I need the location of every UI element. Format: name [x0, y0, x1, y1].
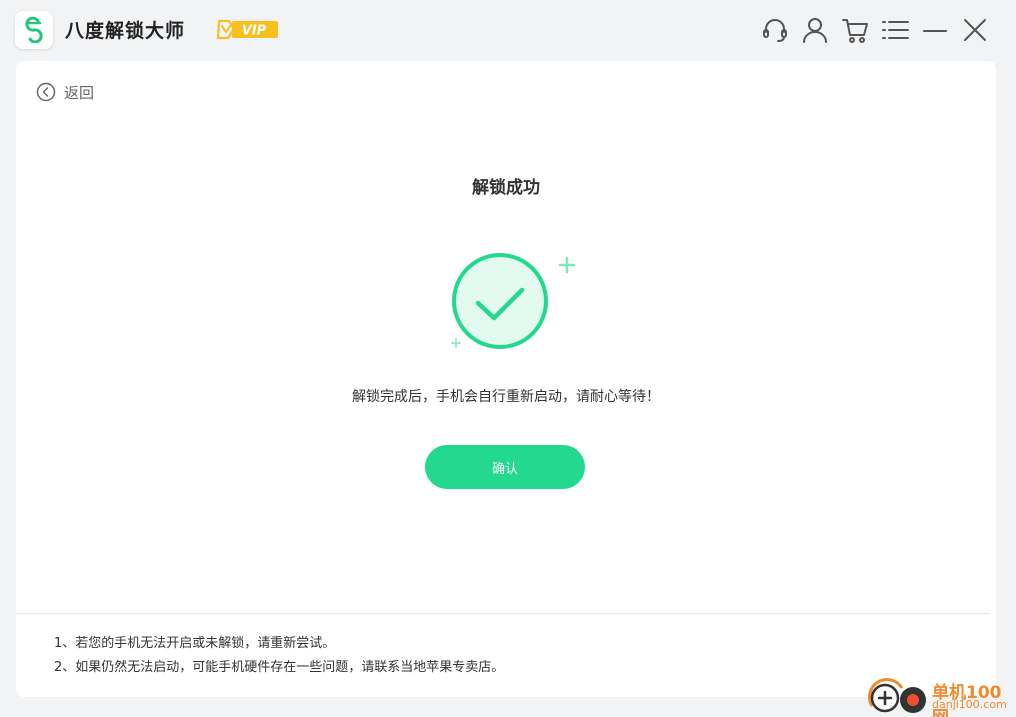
result-heading: 解锁成功: [472, 178, 540, 198]
sparkle-plus-small-icon: [451, 338, 461, 348]
watermark-logo-icon: [868, 678, 926, 713]
tip-item: 2、如果仍然无法启动，可能手机硬件存在一些问题，请联系当地苹果专卖店。: [54, 660, 505, 675]
back-button[interactable]: 返回: [36, 81, 94, 103]
title-bar: 八度解锁大师 VIP: [0, 0, 1016, 60]
user-icon[interactable]: [797, 12, 833, 48]
success-check-icon: [451, 253, 576, 349]
watermark: 单机100网 danji100.com: [866, 676, 1016, 717]
watermark-en: danji100.com: [932, 698, 1007, 711]
menu-icon[interactable]: [877, 12, 913, 48]
tips-list: 1、若您的手机无法开启或未解锁，请重新尝试。 2、如果仍然无法启动，可能手机硬件…: [54, 632, 954, 680]
main-card: 返回 解锁成功 解锁完成后，手机会自行重新启动，请耐心等待！ 确认 1、若您的手…: [16, 61, 996, 697]
divider: [16, 613, 990, 614]
minimize-icon[interactable]: [917, 12, 953, 48]
app-logo-icon: [15, 11, 53, 49]
vip-label: VIP: [242, 24, 267, 39]
vip-badge[interactable]: VIP: [216, 17, 280, 41]
close-icon[interactable]: [957, 12, 993, 48]
back-label: 返回: [64, 83, 95, 102]
result-message: 解锁完成后，手机会自行重新启动，请耐心等待！: [352, 389, 660, 405]
sparkle-plus-icon: [558, 256, 576, 274]
confirm-button[interactable]: 确认: [425, 445, 585, 489]
headset-icon[interactable]: [757, 12, 793, 48]
back-arrow-icon: [36, 82, 56, 102]
cart-icon[interactable]: [837, 12, 873, 48]
tip-item: 1、若您的手机无法开启或未解锁，请重新尝试。: [54, 636, 336, 651]
app-title: 八度解锁大师: [65, 20, 186, 42]
